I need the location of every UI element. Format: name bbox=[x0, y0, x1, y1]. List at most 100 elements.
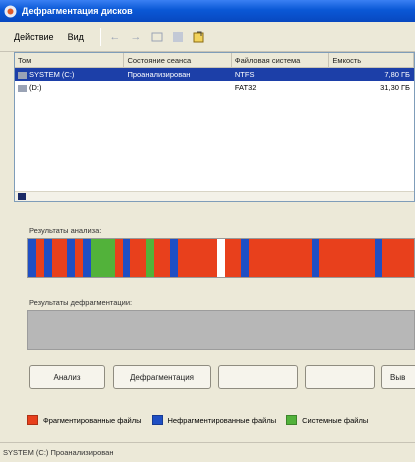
scrollbar-thumb[interactable] bbox=[18, 193, 26, 200]
map-segment-fragmented bbox=[138, 239, 147, 277]
map-segment-fragmented bbox=[327, 239, 336, 277]
volume-filesystem: NTFS bbox=[234, 70, 255, 79]
drive-icon bbox=[18, 84, 27, 92]
map-segment-fragmented bbox=[114, 239, 123, 277]
contiguous-swatch bbox=[151, 415, 163, 425]
map-segment-fragmented bbox=[201, 239, 210, 277]
volume-capacity: 7,80 ГБ bbox=[384, 70, 410, 79]
map-segment-fragmented bbox=[256, 239, 265, 277]
legend-item-system: Системные файлы bbox=[286, 415, 368, 425]
stop-button[interactable] bbox=[305, 365, 375, 389]
column-header-volume[interactable]: Том bbox=[15, 53, 125, 67]
map-segment-fragmented bbox=[161, 239, 170, 277]
horizontal-scrollbar[interactable] bbox=[15, 191, 414, 201]
view-report-button[interactable]: Выв bbox=[381, 365, 415, 389]
map-segment-system bbox=[146, 239, 154, 277]
map-segment-fragmented bbox=[280, 239, 288, 277]
map-segment-contiguous bbox=[43, 239, 52, 277]
legend-label: Нефрагментированные файлы bbox=[167, 415, 277, 425]
map-segment-fragmented bbox=[406, 239, 414, 277]
analyze-button[interactable]: Анализ bbox=[29, 365, 105, 389]
back-arrow-icon[interactable]: ← bbox=[107, 29, 123, 45]
properties-icon[interactable] bbox=[191, 29, 207, 45]
defrag-app-icon bbox=[4, 5, 17, 18]
map-segment-contiguous bbox=[67, 239, 76, 277]
legend-label: Системные файлы bbox=[302, 415, 369, 425]
map-segment-fragmented bbox=[209, 239, 217, 277]
map-segment-fragmented bbox=[177, 239, 186, 277]
status-bar: SYSTEM (C:) Проанализирован bbox=[0, 442, 415, 462]
map-segment-fragmented bbox=[59, 239, 68, 277]
menu-action[interactable]: Действие bbox=[14, 32, 54, 42]
map-segment-fragmented bbox=[154, 239, 162, 277]
toolbar-separator bbox=[99, 27, 101, 46]
map-segment-contiguous bbox=[311, 239, 320, 277]
defragment-button[interactable]: Дефрагментация bbox=[113, 365, 211, 389]
map-segment-fragmented bbox=[295, 239, 304, 277]
map-segment-fragmented bbox=[193, 239, 202, 277]
map-segment-fragmented bbox=[287, 239, 296, 277]
map-segment-contiguous bbox=[28, 239, 36, 277]
map-segment-fragmented bbox=[248, 239, 257, 277]
map-segment-fragmented bbox=[350, 239, 359, 277]
drive-icon bbox=[18, 71, 27, 79]
legend-item-fragmented: Фрагментированные файлы bbox=[27, 415, 142, 425]
defrag-window: Дефрагментация дисков Действие Вид ← → Т… bbox=[0, 0, 415, 462]
map-segment-free bbox=[217, 239, 225, 277]
map-segment-fragmented bbox=[398, 239, 406, 277]
map-segment-contiguous bbox=[122, 239, 131, 277]
map-segment-fragmented bbox=[232, 239, 241, 277]
volume-list[interactable]: Том Состояние сеанса Файловая система Ем… bbox=[14, 52, 415, 202]
map-segment-system bbox=[91, 239, 99, 277]
map-segment-fragmented bbox=[335, 239, 343, 277]
analysis-label: Результаты анализа: bbox=[29, 226, 102, 235]
forward-arrow-icon[interactable]: → bbox=[128, 29, 144, 45]
defrag-label: Результаты дефрагментации: bbox=[29, 298, 133, 307]
map-segment-fragmented bbox=[272, 239, 280, 277]
map-segment-system bbox=[106, 239, 115, 277]
map-segment-fragmented bbox=[130, 239, 139, 277]
map-segment-fragmented bbox=[303, 239, 312, 277]
map-segment-fragmented bbox=[224, 239, 233, 277]
map-segment-fragmented bbox=[51, 239, 60, 277]
help-icon[interactable] bbox=[170, 29, 186, 45]
map-segment-fragmented bbox=[343, 239, 351, 277]
legend-item-contiguous: Нефрагментированные файлы bbox=[151, 415, 277, 425]
status-text: SYSTEM (C:) Проанализирован bbox=[3, 448, 114, 457]
map-segment-fragmented bbox=[185, 239, 194, 277]
map-segment-fragmented bbox=[390, 239, 399, 277]
map-segment-fragmented bbox=[366, 239, 375, 277]
volume-row[interactable]: SYSTEM (C:) Проанализирован NTFS 7,80 ГБ bbox=[15, 68, 414, 81]
analysis-map bbox=[27, 238, 415, 278]
map-segment-fragmented bbox=[75, 239, 84, 277]
volume-name: (D:) bbox=[29, 83, 42, 92]
volume-row[interactable]: (D:) FAT32 31,30 ГБ bbox=[15, 81, 414, 94]
volume-name: SYSTEM (C:) bbox=[29, 70, 75, 79]
menu-view[interactable]: Вид bbox=[68, 32, 84, 42]
map-segment-fragmented bbox=[35, 239, 44, 277]
column-header-filesystem[interactable]: Файловая система bbox=[232, 53, 330, 67]
view-icon[interactable] bbox=[149, 29, 165, 45]
map-segment-fragmented bbox=[264, 239, 273, 277]
volume-capacity: 31,30 ГБ bbox=[380, 83, 410, 92]
menu-toolbar: Действие Вид ← → bbox=[0, 22, 415, 52]
pause-button[interactable] bbox=[218, 365, 298, 389]
volume-status: Проанализирован bbox=[127, 70, 191, 79]
map-segment-contiguous bbox=[83, 239, 91, 277]
title-bar[interactable]: Дефрагментация дисков bbox=[0, 0, 415, 22]
map-segment-fragmented bbox=[319, 239, 328, 277]
map-segment-system bbox=[98, 239, 107, 277]
fragmented-swatch bbox=[27, 415, 38, 425]
legend-label: Фрагментированные файлы bbox=[43, 415, 142, 425]
map-segment-contiguous bbox=[240, 239, 249, 277]
defrag-map bbox=[27, 310, 415, 350]
legend: Фрагментированные файлы Нефрагментирован… bbox=[27, 415, 378, 425]
map-segment-contiguous bbox=[374, 239, 383, 277]
list-header: Том Состояние сеанса Файловая система Ем… bbox=[15, 53, 414, 68]
column-header-capacity[interactable]: Емкость bbox=[329, 53, 414, 67]
system-swatch bbox=[286, 415, 298, 425]
column-header-status[interactable]: Состояние сеанса bbox=[124, 53, 232, 67]
map-segment-fragmented bbox=[358, 239, 367, 277]
map-segment-fragmented bbox=[382, 239, 391, 277]
volume-filesystem: FAT32 bbox=[234, 83, 257, 92]
